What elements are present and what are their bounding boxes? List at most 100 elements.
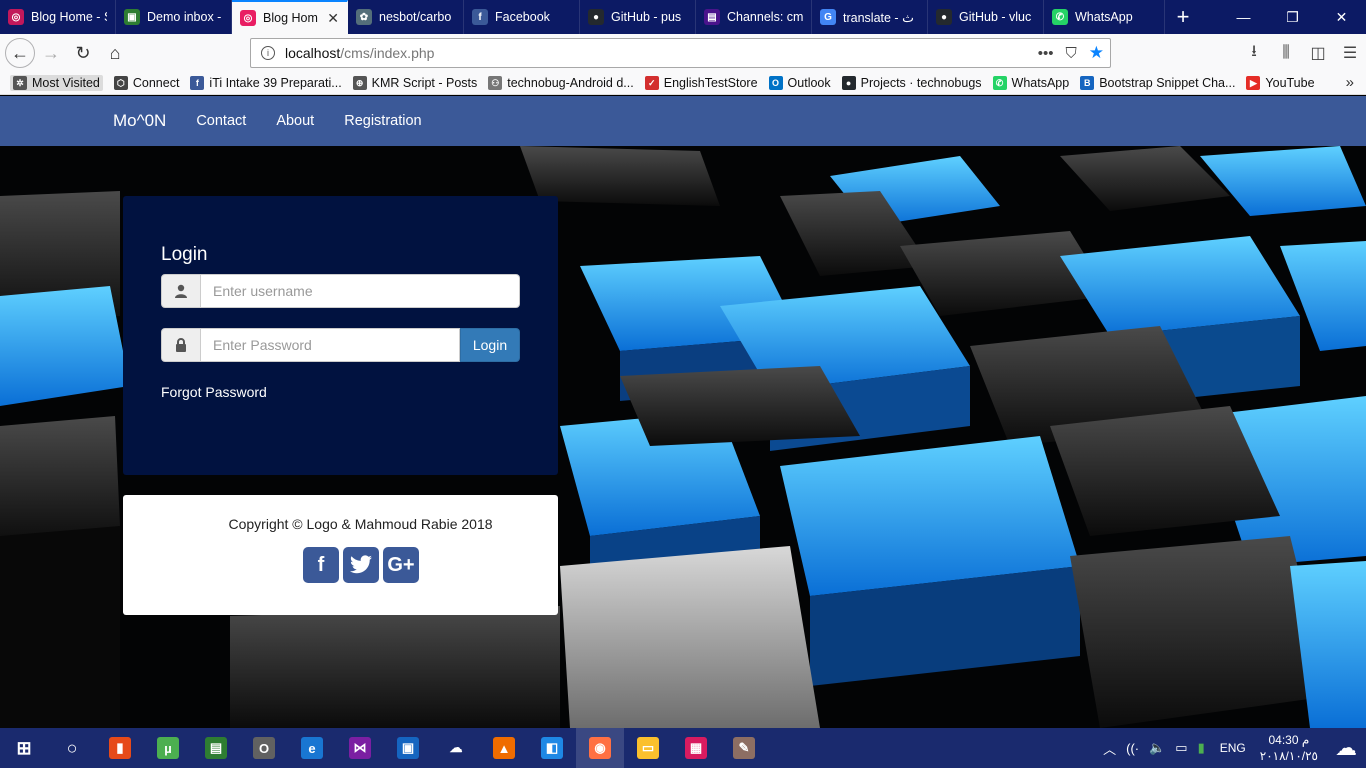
language-indicator[interactable]: ENG	[1220, 741, 1246, 755]
restore-button[interactable]: ❐	[1268, 0, 1317, 34]
address-bar[interactable]: i localhost/cms/index.php ••• ⛉ ★	[250, 38, 1111, 68]
bookmark-item[interactable]: ▶ YouTube	[1246, 75, 1315, 91]
bookmark-icon: ▶	[1246, 76, 1261, 90]
login-button[interactable]: Login	[460, 328, 520, 362]
battery-icon[interactable]: ▭	[1175, 740, 1187, 756]
taskbar-vscode-button[interactable]: ◧	[528, 728, 576, 768]
minimize-button[interactable]: —	[1219, 0, 1268, 34]
reload-button[interactable]: ↻	[67, 37, 99, 69]
bookmark-item[interactable]: ⬡ Connect	[113, 75, 179, 91]
vscode-icon: ◧	[541, 737, 563, 759]
library-icon[interactable]: ⫼	[1270, 37, 1302, 69]
browser-tab[interactable]: ● GitHub - pus	[580, 0, 696, 34]
taskbar-edge-button[interactable]: e	[288, 728, 336, 768]
web-page: Mo^0N Contact About Registration Login E…	[0, 96, 1366, 728]
bookmark-icon: ✆	[992, 76, 1007, 90]
browser-tab[interactable]: ✆ WhatsApp	[1044, 0, 1165, 34]
tab-favicon-icon: ✿	[356, 9, 372, 25]
browser-tab[interactable]: ◎ Blog Home - S	[0, 0, 116, 34]
taskbar-cortana-button[interactable]: ○	[48, 728, 96, 768]
browser-tab[interactable]: ● GitHub - vluc	[928, 0, 1044, 34]
taskbar-app-pink-button[interactable]: ▦	[672, 728, 720, 768]
twitter-icon[interactable]	[343, 547, 379, 583]
clock[interactable]: 04:30 م ٢٠١٨/١٠/٢٥	[1260, 732, 1318, 764]
visual-studio-icon: ⋈	[349, 737, 371, 759]
bookmark-star-icon[interactable]: ★	[1089, 43, 1104, 63]
forward-button[interactable]: →	[35, 37, 67, 69]
bookmark-label: YouTube	[1265, 76, 1315, 90]
taskbar-app-red-button[interactable]: ▮	[96, 728, 144, 768]
taskbar-vlc-button[interactable]: ▲	[480, 728, 528, 768]
browser-tab[interactable]: Gtranslate - ث	[812, 0, 928, 34]
paint-icon: ✎	[733, 737, 755, 759]
url-actions: ••• ⛉ ★	[1038, 43, 1110, 63]
cube	[0, 416, 120, 546]
tab-title: Facebook	[495, 10, 550, 24]
browser-tab[interactable]: ▣ Demo inbox -	[116, 0, 232, 34]
bookmark-item[interactable]: B Bootstrap Snippet Cha...	[1080, 75, 1235, 91]
tab-favicon-icon: ▣	[124, 9, 140, 25]
site-info-icon[interactable]: i	[261, 46, 275, 60]
taskbar-paint-button[interactable]: ✎	[720, 728, 768, 768]
new-tab-button[interactable]: +	[1165, 0, 1201, 34]
volume-icon[interactable]: 🔈	[1149, 740, 1165, 756]
toolbar-right: ⭳ ⫼ ◫ ☰	[1238, 37, 1366, 69]
taskbar-app-printer-button[interactable]: ▤	[192, 728, 240, 768]
bookmarks-overflow-icon[interactable]: »	[1346, 74, 1354, 91]
login-panel: Login Enter username Enter Password Logi…	[123, 196, 558, 475]
taskbar-opera-button[interactable]: O	[240, 728, 288, 768]
bookmark-item[interactable]: ✆ WhatsApp	[992, 75, 1069, 91]
pocket-icon[interactable]: ⛉	[1065, 45, 1076, 62]
browser-tab[interactable]: f Facebook	[464, 0, 580, 34]
browser-tab-strip: ◎ Blog Home - S ▣ Demo inbox - ◎ Blog Hom ✕ ✿ ne…	[0, 0, 1366, 34]
taskbar-app-frame-button[interactable]: ▣	[384, 728, 432, 768]
password-input[interactable]: Enter Password	[201, 328, 460, 362]
nav-link-registration[interactable]: Registration	[344, 113, 421, 129]
opera-icon: O	[253, 737, 275, 759]
bookmark-item[interactable]: ● Projects · technobugs	[841, 75, 982, 91]
bookmark-icon: f	[190, 76, 205, 90]
google-plus-icon[interactable]: G+	[383, 547, 419, 583]
facebook-icon[interactable]: f	[303, 547, 339, 583]
tray-app-icon[interactable]: ▮	[1198, 740, 1205, 756]
site-navbar: Mo^0N Contact About Registration	[0, 96, 1366, 146]
close-window-button[interactable]: ✕	[1317, 0, 1366, 34]
bookmark-item[interactable]: ⊕ KMR Script - Posts	[352, 75, 477, 91]
cube	[1070, 536, 1330, 728]
browser-tab[interactable]: ◎ Blog Hom ✕	[232, 0, 348, 34]
browser-tab[interactable]: ✿ nesbot/carbo	[348, 0, 464, 34]
network-icon[interactable]: ((·	[1126, 741, 1139, 756]
menu-icon[interactable]: ☰	[1334, 37, 1366, 69]
cube	[0, 286, 130, 406]
home-button[interactable]: ⌂	[99, 37, 131, 69]
bookmark-item[interactable]: O Outlook	[768, 75, 831, 91]
cortana-icon: ○	[66, 737, 78, 758]
downloads-icon[interactable]: ⭳	[1238, 37, 1270, 69]
username-input[interactable]: Enter username	[201, 274, 520, 308]
page-actions-icon[interactable]: •••	[1038, 45, 1054, 62]
sidebar-icon[interactable]: ◫	[1302, 37, 1334, 69]
notifications-icon[interactable]: ☁	[1326, 728, 1366, 768]
browser-toolbar: ← → ↻ ⌂ i localhost/cms/index.php ••• ⛉ …	[0, 34, 1366, 72]
taskbar-firefox-button[interactable]: ◉	[576, 728, 624, 768]
back-button[interactable]: ←	[5, 38, 35, 68]
site-brand[interactable]: Mo^0N	[113, 111, 166, 131]
nav-link-contact[interactable]: Contact	[196, 113, 246, 129]
close-tab-icon[interactable]: ✕	[327, 10, 339, 27]
taskbar-visual-studio-button[interactable]: ⋈	[336, 728, 384, 768]
taskbar-file-explorer-button[interactable]: ▭	[624, 728, 672, 768]
tray-chevron-icon[interactable]: ︿	[1103, 739, 1116, 758]
bookmark-item[interactable]: ✓ EnglishTestStore	[644, 75, 758, 91]
forgot-password-link[interactable]: Forgot Password	[161, 384, 267, 400]
nav-link-about[interactable]: About	[276, 113, 314, 129]
taskbar-utorrent-button[interactable]: µ	[144, 728, 192, 768]
bookmark-item[interactable]: ⚇ technobug-Android d...	[488, 75, 634, 91]
bookmark-item[interactable]: ✲ Most Visited	[10, 75, 103, 91]
bookmark-item[interactable]: f iTi Intake 39 Preparati...	[190, 75, 342, 91]
tab-title: nesbot/carbo	[379, 10, 452, 24]
taskbar-soundcloud-button[interactable]: ☁	[432, 728, 480, 768]
username-input-group: Enter username	[161, 274, 520, 308]
taskbar-start-button[interactable]: ⊞	[0, 728, 48, 768]
tab-favicon-icon: ◎	[8, 9, 24, 25]
browser-tab[interactable]: ▤ Channels: cm	[696, 0, 812, 34]
